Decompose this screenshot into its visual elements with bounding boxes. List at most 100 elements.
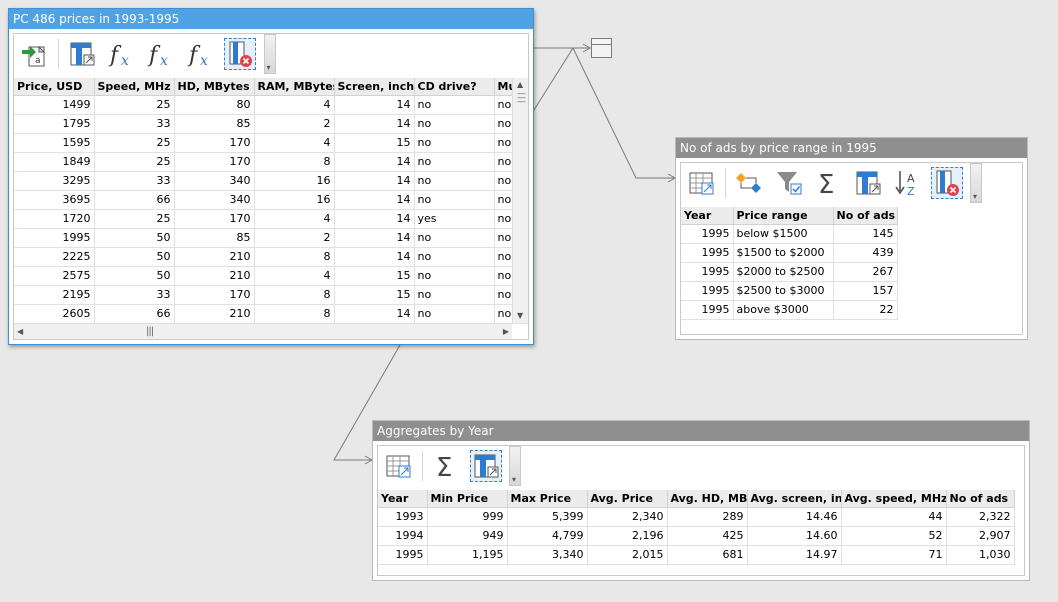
sigma-aggregate-icon[interactable]: Σ <box>812 167 844 199</box>
table-cell[interactable]: 1,030 <box>946 545 1015 565</box>
table-cell[interactable]: 1995 <box>681 224 734 244</box>
table-cell[interactable]: 25 <box>94 133 175 153</box>
column-header[interactable]: CD drive? <box>414 78 495 96</box>
vertical-scrollbar[interactable]: ▲ — — — ▼ <box>512 78 528 323</box>
panel-title[interactable]: PC 486 prices in 1993-1995 <box>9 9 533 29</box>
table-cell[interactable]: no <box>414 304 495 324</box>
table-row[interactable]: 2605 66 210 8 14 no no <box>14 304 528 324</box>
table-cell[interactable]: 16 <box>254 171 335 191</box>
view-table-icon[interactable] <box>66 38 98 70</box>
table-cell[interactable]: 1595 <box>14 133 95 153</box>
column-header[interactable]: No of ads <box>946 490 1015 508</box>
table-cell[interactable]: 66 <box>94 304 175 324</box>
table-cell[interactable]: 15 <box>334 266 415 286</box>
table-row[interactable]: 1995 above $3000 22 <box>681 300 898 320</box>
table-row[interactable]: 1995 $2500 to $3000 157 <box>681 281 898 301</box>
table-cell[interactable]: 4 <box>254 266 335 286</box>
table-cell[interactable]: 1499 <box>14 95 95 115</box>
scroll-left-icon[interactable]: ◀ <box>17 328 23 336</box>
table-cell[interactable]: 2,196 <box>587 526 668 546</box>
table-cell[interactable]: 33 <box>94 285 175 305</box>
panel-aggregates-by-year[interactable]: Aggregates by Year Σ ▾ Year Min Price Ma… <box>372 420 1030 581</box>
panel-pc486-prices[interactable]: PC 486 prices in 1993-1995 a f x f x f x… <box>8 8 534 345</box>
table-cell[interactable]: 1995 <box>681 243 734 263</box>
panel-ads-by-price-range[interactable]: No of ads by price range in 1995 Σ A Z ▾… <box>675 137 1028 340</box>
table-cell[interactable]: 8 <box>254 285 335 305</box>
table-cell[interactable]: 439 <box>833 243 898 263</box>
column-header[interactable]: Price, USD <box>14 78 95 96</box>
table-cell[interactable]: 50 <box>94 266 175 286</box>
table-row[interactable]: 1994 949 4,799 2,196 425 14.60 52 2,907 <box>378 526 1015 546</box>
table-row[interactable]: 1499 25 80 4 14 no no <box>14 95 528 115</box>
table-cell[interactable]: 340 <box>174 190 255 210</box>
table-cell[interactable]: 170 <box>174 133 255 153</box>
formula-fx-icon[interactable]: f x <box>185 38 217 70</box>
table-cell[interactable]: no <box>414 285 495 305</box>
table-cell[interactable]: 1995 <box>681 300 734 320</box>
table-cell[interactable]: 210 <box>174 266 255 286</box>
table-cell[interactable]: 14 <box>334 304 415 324</box>
table-cell[interactable]: no <box>414 190 495 210</box>
column-header[interactable]: No of ads <box>833 207 898 225</box>
panel-title[interactable]: Aggregates by Year <box>373 421 1029 441</box>
table-cell[interactable]: 14 <box>334 209 415 229</box>
table-cell[interactable]: 50 <box>94 228 175 248</box>
formula-fx-icon[interactable]: f x <box>145 38 177 70</box>
table-row[interactable]: 1993 999 5,399 2,340 289 14.46 44 2,322 <box>378 507 1015 527</box>
table-row[interactable]: 1995 $1500 to $2000 439 <box>681 243 898 263</box>
table-cell[interactable]: 14 <box>334 95 415 115</box>
table-cell[interactable]: 2,322 <box>946 507 1015 527</box>
table-cell[interactable]: 14.46 <box>747 507 842 527</box>
table-cell[interactable]: 22 <box>833 300 898 320</box>
column-header[interactable]: Screen, inches <box>334 78 415 96</box>
table-cell[interactable]: 170 <box>174 285 255 305</box>
table-cell[interactable]: 50 <box>94 247 175 267</box>
scroll-right-icon[interactable]: ▶ <box>503 328 509 336</box>
column-header[interactable]: Price range <box>733 207 834 225</box>
table-cell[interactable]: $2500 to $3000 <box>733 281 834 301</box>
collapsed-node[interactable] <box>591 38 612 58</box>
column-header[interactable]: Avg. screen, in. <box>747 490 842 508</box>
transform-icon[interactable] <box>733 167 765 199</box>
table-cell[interactable]: 33 <box>94 114 175 134</box>
scroll-thumb[interactable]: — — — <box>517 90 526 107</box>
table-cell[interactable]: 289 <box>667 507 748 527</box>
table-row[interactable]: 1595 25 170 4 15 no no <box>14 133 528 153</box>
table-cell[interactable]: 8 <box>254 304 335 324</box>
table-cell[interactable]: above $3000 <box>733 300 834 320</box>
table-cell[interactable]: 1994 <box>378 526 428 546</box>
table-cell[interactable]: below $1500 <box>733 224 834 244</box>
table-row[interactable]: 1720 25 170 4 14 yes no <box>14 209 528 229</box>
table-cell[interactable]: 1795 <box>14 114 95 134</box>
table-cell[interactable]: 2,015 <box>587 545 668 565</box>
table-cell[interactable]: 15 <box>334 285 415 305</box>
table-cell[interactable]: 2,340 <box>587 507 668 527</box>
table-cell[interactable]: 2,907 <box>946 526 1015 546</box>
toolbar-overflow-grip[interactable]: ▾ <box>509 446 521 486</box>
table-cell[interactable]: no <box>414 152 495 172</box>
table-cell[interactable]: 52 <box>841 526 947 546</box>
table-cell[interactable]: 4 <box>254 209 335 229</box>
table-cell[interactable]: 25 <box>94 95 175 115</box>
table-cell[interactable]: 14 <box>334 247 415 267</box>
table-cell[interactable]: no <box>414 228 495 248</box>
scroll-up-icon[interactable]: ▲ <box>517 81 523 89</box>
table-cell[interactable]: 5,399 <box>507 507 588 527</box>
table-row[interactable]: 2225 50 210 8 14 no no <box>14 247 528 267</box>
table-cell[interactable]: 2605 <box>14 304 95 324</box>
table-cell[interactable]: $1500 to $2000 <box>733 243 834 263</box>
scroll-down-icon[interactable]: ▼ <box>517 312 523 320</box>
table-cell[interactable]: 85 <box>174 114 255 134</box>
table-row[interactable]: 1995 $2000 to $2500 267 <box>681 262 898 282</box>
table-row[interactable]: 1995 50 85 2 14 no no <box>14 228 528 248</box>
table-cell[interactable]: 71 <box>841 545 947 565</box>
table-cell[interactable]: $2000 to $2500 <box>733 262 834 282</box>
table-cell[interactable]: 33 <box>94 171 175 191</box>
sort-az-icon[interactable]: A Z <box>891 167 923 199</box>
table-cell[interactable]: 267 <box>833 262 898 282</box>
table-cell[interactable]: no <box>414 133 495 153</box>
panel-title[interactable]: No of ads by price range in 1995 <box>676 138 1027 158</box>
formula-fx-icon[interactable]: f x <box>106 38 138 70</box>
table-cell[interactable]: yes <box>414 209 495 229</box>
table-cell[interactable]: 999 <box>427 507 508 527</box>
